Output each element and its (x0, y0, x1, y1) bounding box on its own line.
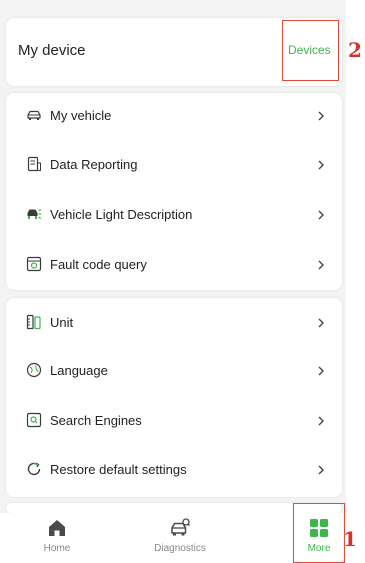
chevron-right-icon (318, 465, 324, 475)
report-document-icon (27, 156, 41, 172)
menu-item-label: Search Engines (50, 413, 142, 428)
chevron-right-icon (318, 260, 324, 270)
car-outline-icon (27, 110, 41, 120)
menu-item-restore-defaults[interactable]: Restore default settings (6, 452, 342, 488)
search-engine-icon (26, 412, 42, 428)
tab-diagnostics[interactable]: Diagnostics (145, 513, 215, 563)
tab-home[interactable]: Home (22, 513, 92, 563)
chevron-right-icon (318, 366, 324, 376)
menu-item-search-engines[interactable]: Search Engines (6, 403, 342, 439)
vehicle-menu-card: My vehicle Data Reporting Vehicle Light … (6, 93, 342, 290)
tab-label: Diagnostics (154, 543, 206, 554)
menu-item-label: Fault code query (50, 257, 147, 272)
menu-item-label: Unit (50, 315, 74, 330)
tab-label: Home (43, 543, 71, 554)
devices-highlight-box (282, 20, 339, 81)
menu-item-vehicle-light[interactable]: Vehicle Light Description (6, 197, 342, 233)
settings-menu-card: Unit Language Search Engines Restore def… (6, 298, 342, 497)
my-device-title: My device (18, 42, 86, 59)
menu-item-label: Language (50, 363, 108, 378)
chevron-right-icon (318, 111, 324, 121)
menu-item-label: Restore default settings (50, 462, 187, 477)
chevron-right-icon (318, 318, 324, 328)
menu-item-label: Data Reporting (50, 157, 138, 172)
menu-item-unit[interactable]: Unit (6, 305, 342, 341)
home-icon (49, 520, 65, 536)
menu-item-fault-code[interactable]: Fault code query (6, 247, 342, 283)
diagnostics-car-icon (171, 518, 190, 536)
chevron-right-icon (318, 210, 324, 220)
vehicle-light-icon (27, 208, 42, 220)
menu-item-label: My vehicle (50, 108, 112, 123)
unit-icon (26, 314, 41, 330)
chevron-right-icon (318, 416, 324, 426)
menu-item-data-reporting[interactable]: Data Reporting (6, 147, 342, 183)
language-globe-icon (26, 362, 42, 378)
next-card-peek (6, 503, 342, 513)
menu-item-my-vehicle[interactable]: My vehicle (6, 98, 342, 134)
annotation-marker-2: 2 (348, 38, 362, 62)
more-highlight-box (293, 503, 345, 563)
menu-item-language[interactable]: Language (6, 353, 342, 389)
app-screen: My device Devices My vehicle Data Report… (0, 0, 346, 563)
menu-item-label: Vehicle Light Description (50, 207, 193, 222)
fault-code-icon (26, 256, 42, 272)
restore-icon (27, 462, 41, 476)
annotation-marker-1: 1 (343, 527, 357, 551)
chevron-right-icon (318, 160, 324, 170)
